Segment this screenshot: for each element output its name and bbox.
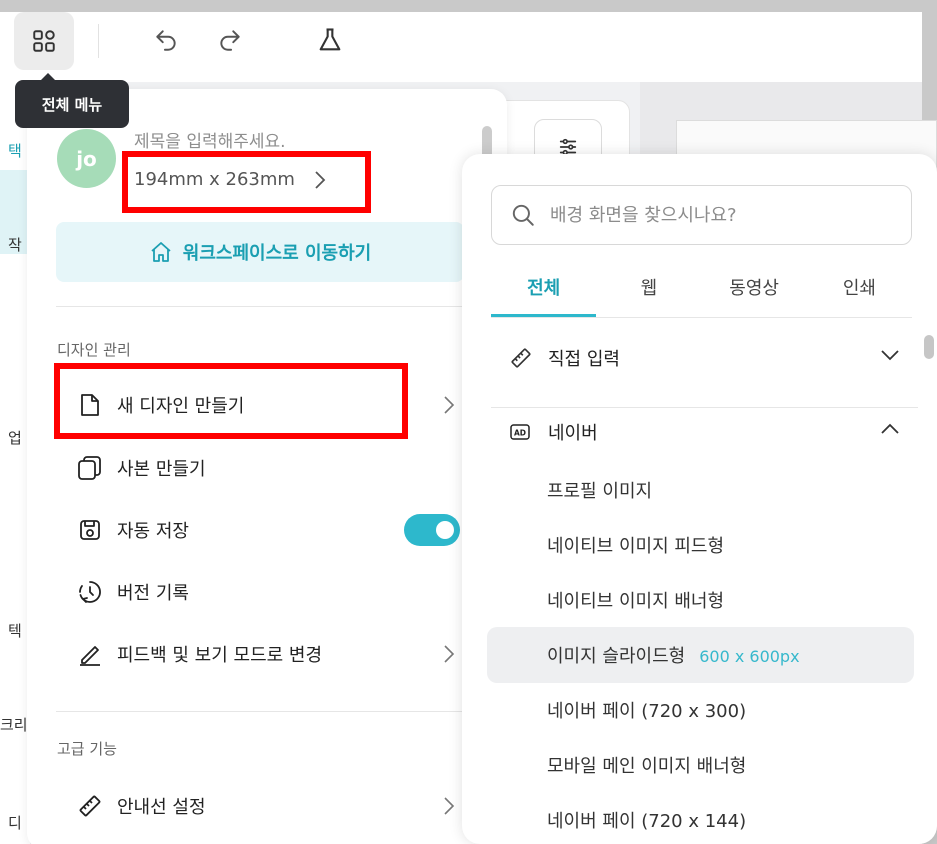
naver-item-pay-144[interactable]: 네이버 페이 (720 x 144) (547, 807, 746, 833)
tab-print[interactable]: 인쇄 (807, 262, 912, 317)
advanced-section-label: 고급 기능 (57, 740, 117, 758)
tab-web[interactable]: 웹 (596, 262, 701, 317)
naver-item-image-slide[interactable]: 이미지 슬라이드형 600 x 600px (547, 642, 800, 668)
rail-item-upload[interactable]: 업 (8, 427, 22, 448)
autosave-item: 자동 저장 (75, 510, 455, 550)
top-toolbar (0, 12, 922, 82)
item-dimensions: 600 x 600px (699, 647, 800, 666)
item-label: 모바일 메인 이미지 배너형 (547, 756, 747, 777)
item-label: 네이버 페이 (720 x 300) (547, 701, 747, 722)
menu-divider (56, 306, 464, 307)
redo-icon (220, 30, 240, 51)
autosave-label: 자동 저장 (117, 521, 189, 542)
rail-item-design[interactable]: 디 (8, 812, 22, 833)
toolbar-divider (98, 24, 99, 58)
ruler-icon (511, 348, 531, 368)
flask-icon (319, 28, 341, 51)
highlight-box-new-design (54, 363, 408, 439)
submenu-divider (491, 407, 918, 408)
highlight-box-size (122, 151, 371, 213)
submenu-scrollbar[interactable] (924, 335, 934, 359)
duplicate-item[interactable]: 사본 만들기 (75, 448, 455, 488)
ad-badge-icon: AD (510, 424, 530, 440)
naver-label: 네이버 (548, 423, 598, 444)
chevron-down-icon (881, 350, 899, 361)
search-input[interactable] (550, 204, 870, 226)
item-label: 네이티브 이미지 피드형 (547, 536, 725, 557)
item-label: 네이티브 이미지 배너형 (547, 591, 725, 612)
all-menu-button[interactable] (14, 12, 74, 70)
all-menu-panel: jo 제목을 입력해주세요. 194mm x 263mm 워크스페이스로 이동하… (27, 89, 507, 844)
undo-button[interactable] (146, 20, 186, 60)
chevron-right-icon (444, 396, 455, 414)
naver-item-native-banner[interactable]: 네이티브 이미지 배너형 (547, 587, 724, 613)
item-label: 네이버 페이 (720 x 144) (547, 811, 747, 832)
chevron-up-icon (881, 423, 899, 434)
direct-input-row[interactable]: 직접 입력 (510, 338, 910, 378)
rail-item-creator[interactable]: 크리 (0, 714, 28, 735)
all-menu-tooltip: 전체 메뉴 (15, 73, 129, 128)
home-icon (151, 242, 171, 262)
document-title-input[interactable]: 제목을 입력해주세요. (134, 127, 286, 152)
version-history-item[interactable]: 버전 기록 (75, 572, 455, 612)
copy-icon (78, 456, 101, 480)
tab-all[interactable]: 전체 (491, 262, 597, 317)
naver-item-profile[interactable]: 프로필 이미지 (547, 477, 652, 503)
ruler-icon (79, 795, 101, 817)
workspace-button[interactable]: 워크스페이스로 이동하기 (56, 222, 464, 282)
chevron-right-icon (444, 645, 455, 663)
feedback-mode-item[interactable]: 피드백 및 보기 모드로 변경 (75, 634, 455, 674)
naver-item-native-feed[interactable]: 네이티브 이미지 피드형 (547, 532, 724, 558)
lab-button[interactable] (310, 20, 350, 60)
naver-item-mobile-banner[interactable]: 모바일 메인 이미지 배너형 (547, 752, 746, 778)
duplicate-label: 사본 만들기 (117, 459, 206, 480)
guideline-settings-label: 안내선 설정 (117, 797, 206, 818)
tab-video[interactable]: 동영상 (702, 262, 807, 317)
chevron-right-icon (444, 797, 455, 815)
grid-apps-icon (33, 30, 55, 52)
direct-input-label: 직접 입력 (548, 349, 620, 370)
left-tool-rail: 택 작 업 텍 크리 디 (0, 82, 30, 844)
avatar[interactable]: jo (57, 129, 116, 188)
save-icon (80, 520, 100, 540)
pencil-icon (80, 646, 100, 666)
feedback-mode-label: 피드백 및 보기 모드로 변경 (117, 645, 323, 666)
menu-divider (56, 711, 464, 712)
item-label: 이미지 슬라이드형 (547, 646, 686, 667)
svg-text:AD: AD (514, 429, 526, 438)
redo-button[interactable] (210, 20, 250, 60)
search-icon (512, 204, 534, 226)
autosave-toggle[interactable] (404, 514, 460, 546)
version-history-label: 버전 기록 (117, 583, 189, 604)
workspace-button-label: 워크스페이스로 이동하기 (182, 243, 372, 264)
item-label: 프로필 이미지 (547, 481, 653, 502)
naver-section-row[interactable]: AD 네이버 (510, 412, 910, 452)
rail-item-text[interactable]: 텍 (8, 620, 22, 641)
undo-icon (156, 30, 176, 51)
history-icon (79, 581, 101, 603)
category-tabs: 전체 웹 동영상 인쇄 (491, 262, 912, 318)
rail-item-template[interactable]: 택 (8, 140, 22, 161)
naver-item-pay-300[interactable]: 네이버 페이 (720 x 300) (547, 697, 746, 723)
rail-item-work[interactable]: 작 (8, 234, 22, 255)
search-box[interactable] (491, 185, 912, 245)
guideline-settings-item[interactable]: 안내선 설정 (75, 786, 455, 826)
new-design-submenu: 전체 웹 동영상 인쇄 직접 입력 AD 네이버 프로필 이미지 네이티브 이미… (462, 154, 937, 844)
design-section-label: 디자인 관리 (57, 341, 131, 359)
